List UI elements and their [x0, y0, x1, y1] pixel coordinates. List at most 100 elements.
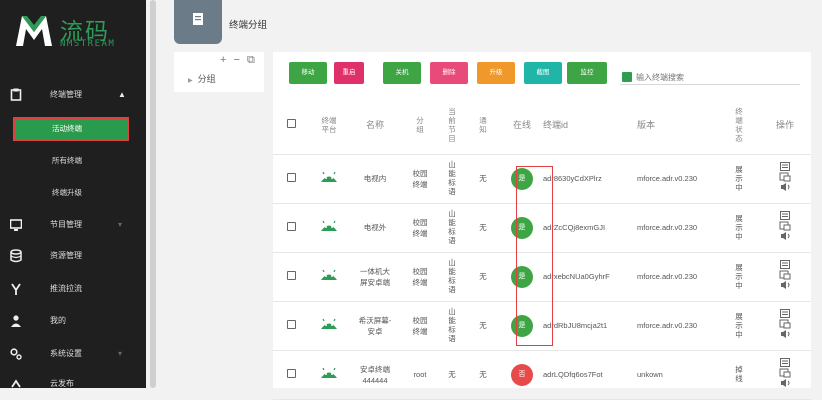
row-checkbox[interactable]: [286, 319, 296, 329]
android-icon: [321, 171, 337, 182]
sidebar-item-streaming[interactable]: 推流拉流: [0, 278, 146, 300]
screenshot-button[interactable]: 截图: [524, 62, 562, 84]
table-row[interactable]: 安卓终端444444 root 无无否 adrLQDfq6os7Fot unkown 掉线: [273, 350, 811, 400]
row-select-cell[interactable]: [273, 252, 309, 302]
sidebar-scrollbar[interactable]: [146, 0, 162, 388]
row-select-cell[interactable]: [273, 350, 309, 400]
sidebar-subitem-terminal-upgrade[interactable]: 终端升级: [0, 182, 146, 204]
tree-node-group[interactable]: ▶ 分组: [188, 72, 216, 85]
row-select-cell[interactable]: [273, 154, 309, 204]
version-cell: mforce.adr.v0.230: [637, 301, 719, 351]
row-checkbox[interactable]: [286, 368, 296, 378]
platform-cell: [309, 154, 349, 204]
group-cell: 校园终端: [401, 252, 439, 302]
operations-cell[interactable]: [759, 252, 811, 302]
sidebar-item-terminal-management[interactable]: 终端管理 ▲: [0, 84, 146, 106]
caret-right-icon: ▶: [188, 78, 193, 84]
database-icon: [10, 249, 22, 263]
group-cell: 校园终端: [401, 154, 439, 204]
row-checkbox[interactable]: [286, 270, 296, 280]
sidebar-item-label: 节目管理: [50, 220, 82, 229]
column-header: 在线: [501, 96, 543, 155]
terminal-id-cell: adr8630yCdXPlrz: [543, 154, 637, 204]
notice-cell: 无: [465, 154, 501, 204]
terminal-list-panel: 移动 重启 关机 删除 升级 截图 监控 终端平台 名称 分组 当前节目 通知 …: [273, 52, 811, 400]
upgrade-button[interactable]: 升级: [477, 62, 515, 84]
sidebar-subitem-all-terminals[interactable]: 所有终端: [0, 150, 146, 172]
notice-cell: 无: [465, 203, 501, 253]
sidebar-subitem-active-terminals[interactable]: 活动终端: [13, 117, 129, 141]
notice-cell: 无: [465, 350, 501, 400]
group-cell: root: [401, 350, 439, 400]
operations-icons[interactable]: [779, 162, 791, 192]
name-cell: 电视外: [349, 203, 401, 253]
name-cell: 希沃屏幕-安卓: [349, 301, 401, 351]
operations-icons[interactable]: [779, 260, 791, 290]
terminal-search: [620, 71, 800, 85]
select-all-cell[interactable]: [273, 96, 309, 155]
operations-cell[interactable]: [759, 203, 811, 253]
android-icon: [321, 220, 337, 231]
select-all-checkbox[interactable]: [286, 119, 296, 129]
program-cell: 山能标语: [439, 154, 465, 204]
version-cell: mforce.adr.v0.230: [637, 252, 719, 302]
operations-icons[interactable]: [779, 211, 791, 241]
version-cell: mforce.adr.v0.230: [637, 154, 719, 204]
terminal-id-cell: adrZcCQj8exmGJI: [543, 203, 637, 253]
state-cell: 展示中: [719, 203, 759, 253]
move-button[interactable]: 移动: [289, 62, 327, 84]
monitor-button[interactable]: 监控: [567, 62, 607, 84]
operations-icons[interactable]: [779, 358, 791, 388]
sidebar-item-program-management[interactable]: 节目管理 ▾: [0, 214, 146, 236]
android-icon: [321, 269, 337, 280]
column-header: 通知: [465, 96, 501, 155]
sidebar-item-label: 资源管理: [50, 251, 82, 260]
sidebar-item-resource-management[interactable]: 资源管理: [0, 245, 146, 267]
delete-button[interactable]: 删除: [430, 62, 468, 84]
operations-cell[interactable]: [759, 154, 811, 204]
operations-icons[interactable]: [779, 309, 791, 339]
operations-cell[interactable]: [759, 350, 811, 400]
logo-subtext: NMSTREAM: [60, 39, 116, 49]
sidebar-item-label: 我的: [50, 316, 66, 325]
row-select-cell[interactable]: [273, 301, 309, 351]
scrollbar-thumb[interactable]: [150, 0, 156, 388]
column-header: 终端id: [543, 96, 637, 155]
state-cell: 展示中: [719, 154, 759, 204]
sidebar-item-system-settings[interactable]: 系统设置 ▾: [0, 343, 146, 365]
online-column-highlight: [516, 166, 553, 346]
row-select-cell[interactable]: [273, 203, 309, 253]
brand-logo: 流码 NMSTREAM: [14, 10, 144, 54]
platform-cell: [309, 301, 349, 351]
group-tools[interactable]: + − ⧉: [220, 54, 257, 67]
name-cell: 一体机大屏安卓端: [349, 252, 401, 302]
platform-cell: [309, 203, 349, 253]
terminal-id-cell: adrdRbJU8mcja2t1: [543, 301, 637, 351]
program-cell: 山能标语: [439, 301, 465, 351]
sidebar-subitem-label: 所有终端: [52, 156, 82, 165]
operations-cell[interactable]: [759, 301, 811, 351]
restart-button[interactable]: 重启: [334, 62, 364, 84]
header-icon-tab[interactable]: [174, 0, 222, 44]
search-input[interactable]: [636, 71, 796, 84]
chevron-up-icon: ▲: [118, 90, 126, 99]
terminal-id-cell: adrxebcNUa0GyhrF: [543, 252, 637, 302]
sidebar-item-label: 推流拉流: [50, 284, 82, 293]
row-checkbox[interactable]: [286, 172, 296, 182]
platform-cell: [309, 350, 349, 400]
sidebar-item-cloud-publish[interactable]: 云发布: [0, 373, 146, 388]
name-cell: 安卓终端444444: [349, 350, 401, 400]
sidebar-item-mine[interactable]: 我的: [0, 310, 146, 332]
monitor-icon: [10, 219, 22, 231]
sidebar-subitem-label: 终端升级: [52, 188, 82, 197]
state-cell: 展示中: [719, 301, 759, 351]
sidebar-item-label: 云发布: [50, 379, 74, 388]
program-cell: 山能标语: [439, 252, 465, 302]
terminal-id-cell: adrLQDfq6os7Fot: [543, 350, 637, 400]
row-checkbox[interactable]: [286, 221, 296, 231]
sidebar-item-label: 终端管理: [50, 90, 82, 99]
column-header: 操作: [759, 96, 811, 155]
shutdown-button[interactable]: 关机: [383, 62, 421, 84]
column-header: 当前节目: [439, 96, 465, 155]
cloud-icon: [11, 379, 21, 388]
